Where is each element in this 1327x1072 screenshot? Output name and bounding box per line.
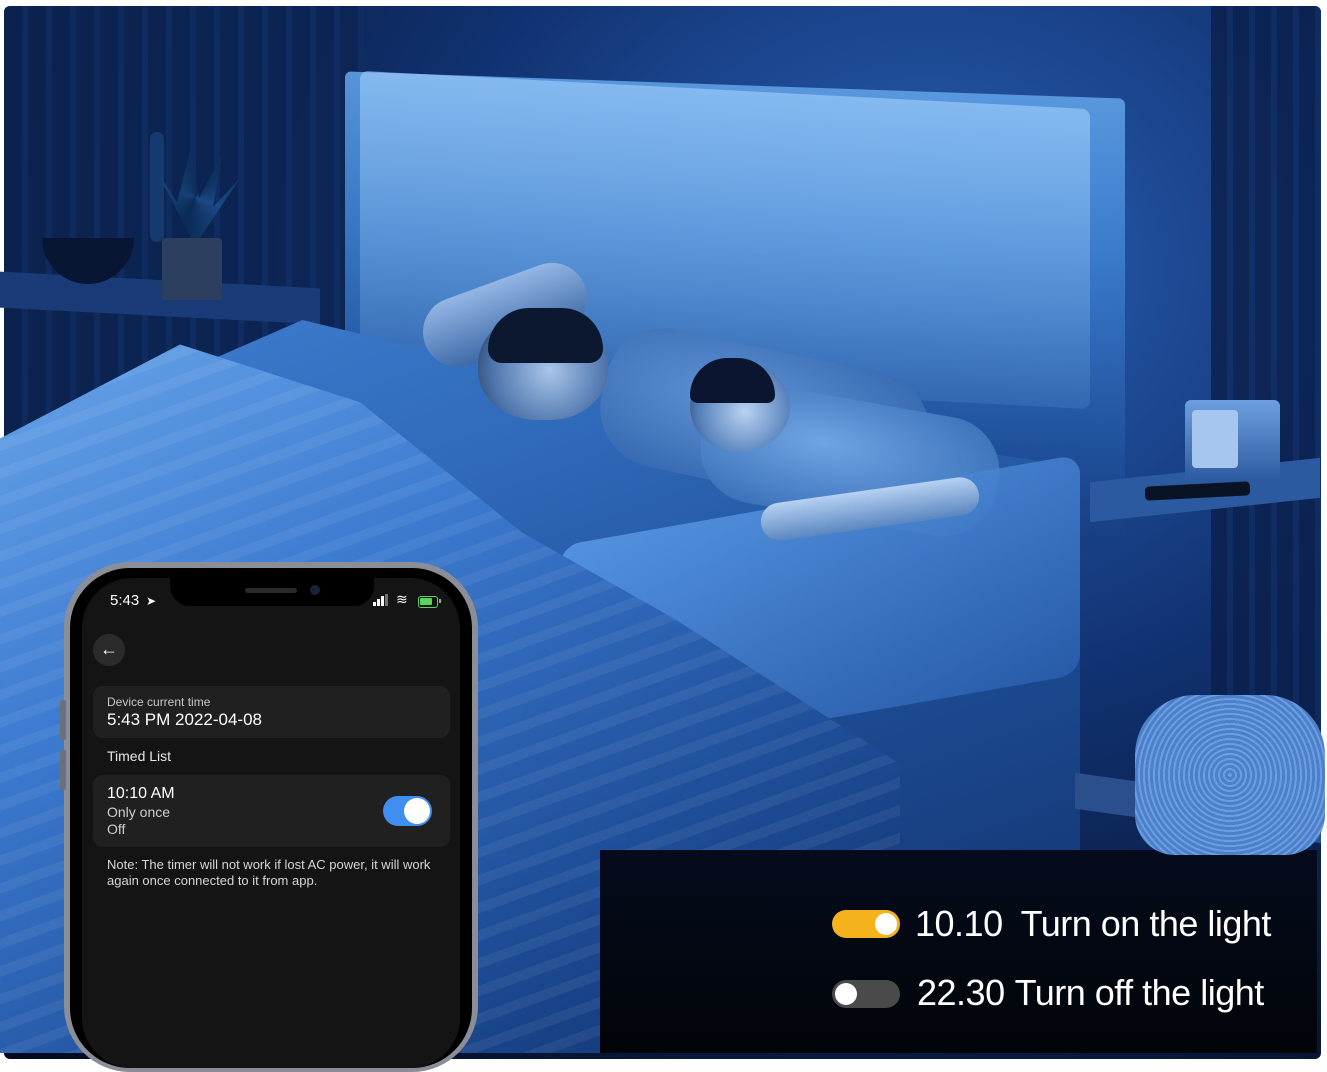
wifi-icon: ≋ xyxy=(396,591,408,607)
man-hair xyxy=(488,308,603,363)
timer-repeat: Only once xyxy=(107,804,171,820)
toggle-knob xyxy=(404,798,430,824)
timer-action: Off xyxy=(107,821,126,837)
status-time: 5:43 xyxy=(110,592,140,609)
back-button[interactable]: ← xyxy=(93,634,125,666)
arrow-left-icon: ← xyxy=(100,639,118,659)
timer-note: Note: The timer will not work if lost AC… xyxy=(107,857,431,888)
front-camera xyxy=(310,585,320,595)
off-toggle-icon xyxy=(832,980,900,1008)
earpiece xyxy=(245,588,297,593)
volume-button xyxy=(60,700,66,740)
legend-on-time: 10.10 xyxy=(915,903,1003,944)
floor xyxy=(600,850,1317,1053)
clock-face xyxy=(1192,410,1238,468)
timed-list-heading: Timed List xyxy=(107,748,172,764)
legend-off-text: Turn off the light xyxy=(1014,972,1265,1013)
toggle-knob xyxy=(875,913,897,935)
battery-cap xyxy=(439,599,441,603)
battery-level xyxy=(420,598,432,605)
device-time-label: Device current time xyxy=(107,695,211,709)
on-toggle-icon xyxy=(832,910,900,938)
legend-off-time: 22.30 xyxy=(917,972,1005,1013)
timer-time: 10:10 AM xyxy=(107,785,175,802)
cellular-signal-icon xyxy=(373,594,389,606)
plant-pot xyxy=(162,238,222,300)
speaker xyxy=(1135,695,1325,855)
device-time-value: 5:43 PM 2022-04-08 xyxy=(107,710,262,729)
toggle-knob xyxy=(835,983,857,1005)
right-wall-slats xyxy=(1211,6,1321,766)
volume-button xyxy=(60,750,66,790)
legend-on-row: 10.10 Turn on the light xyxy=(915,903,1271,945)
location-arrow-icon: ➤ xyxy=(146,594,157,608)
cactus xyxy=(150,132,164,242)
legend-on-text: Turn on the light xyxy=(1020,903,1272,944)
legend-off-row: 22.30 Turn off the light xyxy=(917,972,1264,1014)
